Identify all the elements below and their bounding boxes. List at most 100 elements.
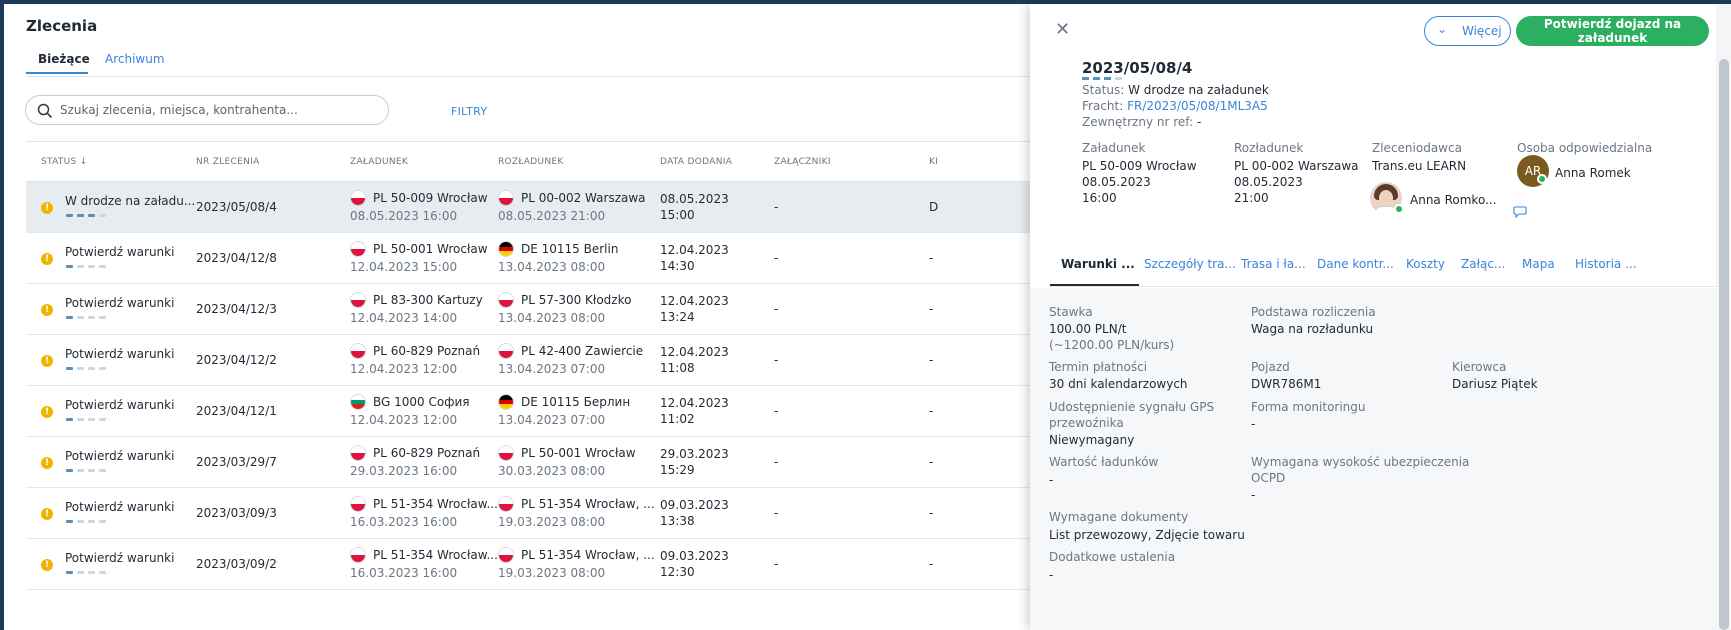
filters-button[interactable]: FILTRY	[451, 105, 487, 118]
order-progress	[1082, 77, 1122, 80]
search-box[interactable]	[25, 95, 389, 125]
monitoring-value: -	[1251, 417, 1256, 431]
conditions-section: Stawka 100.00 PLN/t (~1200.00 PLN/kurs) …	[1030, 288, 1716, 630]
row-extra: -	[929, 302, 934, 316]
header-date-added[interactable]: DATA DODANIA	[660, 157, 732, 167]
row-loading-place: PL 51-354 Wrocław...	[373, 548, 498, 562]
row-unloading-date: 30.03.2023 08:00	[498, 464, 606, 478]
table-row[interactable]: ! Potwierdź warunki 2023/04/12/1 BG 1000 Со…	[26, 386, 1046, 437]
online-status-icon	[1394, 204, 1404, 214]
flag-pl-icon	[350, 241, 366, 257]
table-row[interactable]: ! W drodze na załadu... 2023/05/08/4 PL 50-…	[26, 182, 1046, 233]
scrollbar-thumb[interactable]	[1719, 59, 1729, 630]
row-order-number[interactable]: 2023/04/12/1	[196, 404, 277, 418]
header-loading[interactable]: ZAŁADUNEK	[350, 157, 408, 167]
order-number: 2023/05/08/4	[1082, 59, 1193, 77]
row-added-date: 12.04.2023	[660, 396, 729, 410]
close-icon[interactable]: ✕	[1055, 19, 1070, 40]
flag-pl-icon	[498, 547, 514, 563]
header-order-number[interactable]: NR ZLECENIA	[196, 157, 260, 167]
tab-history[interactable]: Historia ...	[1575, 257, 1637, 271]
header-attachments[interactable]: ZAŁĄCZNIKI	[774, 157, 831, 167]
row-progress	[66, 571, 106, 574]
responsible-name: Anna Romek	[1555, 166, 1631, 180]
header-extra[interactable]: KI	[929, 157, 938, 167]
table-row[interactable]: ! Potwierdź warunki 2023/03/09/3 PL 51-354 …	[26, 488, 1046, 539]
row-unloading-place: DE 10115 Berlin	[521, 242, 619, 256]
row-order-number[interactable]: 2023/03/09/3	[196, 506, 277, 520]
tab-conditions[interactable]: Warunki ...	[1061, 257, 1135, 271]
row-progress	[66, 265, 106, 268]
detail-tabs: Warunki ... Szczegóły tra... Trasa i ła.…	[1050, 247, 1716, 287]
row-progress	[66, 520, 106, 523]
principal-company: Trans.eu LEARN	[1372, 159, 1467, 173]
vehicle-label: Pojazd	[1251, 360, 1290, 374]
row-loading-place: BG 1000 София	[373, 395, 470, 409]
table-body: ! W drodze na załadu... 2023/05/08/4 PL 50-…	[26, 182, 1046, 590]
tab-attachments[interactable]: Załąc...	[1461, 257, 1505, 271]
row-unloading-date: 19.03.2023 08:00	[498, 566, 606, 580]
row-unloading-date: 13.04.2023 08:00	[498, 311, 606, 325]
table-row[interactable]: ! Potwierdź warunki 2023/03/09/2 PL 51-354 …	[26, 539, 1046, 590]
tab-contractor-data[interactable]: Dane kontr...	[1317, 257, 1394, 271]
row-added-date: 12.04.2023	[660, 243, 729, 257]
chat-bubble-icon[interactable]	[1513, 206, 1527, 218]
panel-scrollbar[interactable]	[1716, 4, 1731, 630]
warning-icon: !	[41, 559, 53, 571]
row-order-number[interactable]: 2023/03/29/7	[196, 455, 277, 469]
table-row[interactable]: ! Potwierdź warunki 2023/03/29/7 PL 60-829 …	[26, 437, 1046, 488]
row-loading-date: 29.03.2023 16:00	[350, 464, 458, 478]
table-row[interactable]: ! Potwierdź warunki 2023/04/12/3 PL 83-300 …	[26, 284, 1046, 335]
row-order-number[interactable]: 2023/04/12/2	[196, 353, 277, 367]
header-unloading[interactable]: ROZŁADUNEK	[498, 157, 564, 167]
row-status: Potwierdź warunki	[65, 500, 175, 514]
tab-current[interactable]: Bieżące	[38, 52, 90, 66]
search-input[interactable]	[60, 101, 380, 119]
principal-person[interactable]: Anna Romko...	[1410, 192, 1497, 208]
row-progress	[66, 469, 106, 472]
flag-pl-icon	[350, 547, 366, 563]
orders-table: STATUS ↓ NR ZLECENIA ZAŁADUNEK ROZŁADUNE…	[26, 141, 1046, 590]
confirm-arrival-button[interactable]: Potwierdź dojazd na załadunek	[1516, 16, 1709, 46]
header-status[interactable]: STATUS ↓	[41, 157, 88, 167]
more-button[interactable]: ⌄ Więcej	[1424, 16, 1511, 46]
loading-place: PL 50-009 Wrocław	[1082, 159, 1197, 173]
row-status: Potwierdź warunki	[65, 449, 175, 463]
row-order-number[interactable]: 2023/04/12/8	[196, 251, 277, 265]
vehicle-value: DWR786M1	[1251, 377, 1322, 391]
tab-transport-details[interactable]: Szczegóły tra...	[1144, 257, 1236, 271]
row-loading-date: 16.03.2023 16:00	[350, 515, 458, 529]
row-extra: D	[929, 200, 939, 214]
table-row[interactable]: ! Potwierdź warunki 2023/04/12/8 PL 50-001 …	[26, 233, 1046, 284]
row-unloading-place: PL 51-354 Wrocław, ...	[521, 548, 655, 562]
rate-label: Stawka	[1049, 305, 1093, 319]
row-status: Potwierdź warunki	[65, 398, 175, 412]
row-status: Potwierdź warunki	[65, 245, 175, 259]
flag-de-icon	[498, 394, 514, 410]
tab-archive[interactable]: Archiwum	[105, 52, 165, 66]
row-attachments: -	[774, 302, 779, 316]
row-order-number[interactable]: 2023/03/09/2	[196, 557, 277, 571]
flag-pl-icon	[498, 496, 514, 512]
tab-map[interactable]: Mapa	[1522, 257, 1555, 271]
flag-pl-icon	[498, 445, 514, 461]
row-unloading-place: PL 57-300 Kłodzko	[521, 293, 632, 307]
table-row[interactable]: ! Potwierdź warunki 2023/04/12/2 PL 60-829 …	[26, 335, 1046, 386]
row-added-time: 13:38	[660, 514, 695, 528]
row-status: W drodze na załadu...	[65, 194, 196, 208]
freight-link[interactable]: FR/2023/05/08/1ML3A5	[1127, 99, 1268, 113]
warning-icon: !	[41, 406, 53, 418]
flag-pl-icon	[350, 190, 366, 206]
row-loading-place: PL 83-300 Kartuzy	[373, 293, 483, 307]
online-status-icon	[1537, 174, 1547, 184]
unloading-time: 21:00	[1234, 191, 1269, 205]
order-status: Status: W drodze na załadunek	[1082, 83, 1269, 97]
cargo-value-value: -	[1049, 473, 1054, 487]
tab-costs[interactable]: Koszty	[1406, 257, 1445, 271]
tab-route[interactable]: Trasa i ła...	[1241, 257, 1306, 271]
order-status-value: W drodze na załadunek	[1128, 83, 1269, 97]
sort-arrow-icon: ↓	[79, 157, 88, 167]
row-attachments: -	[774, 404, 779, 418]
row-order-number[interactable]: 2023/05/08/4	[196, 200, 277, 214]
row-order-number[interactable]: 2023/04/12/3	[196, 302, 277, 316]
